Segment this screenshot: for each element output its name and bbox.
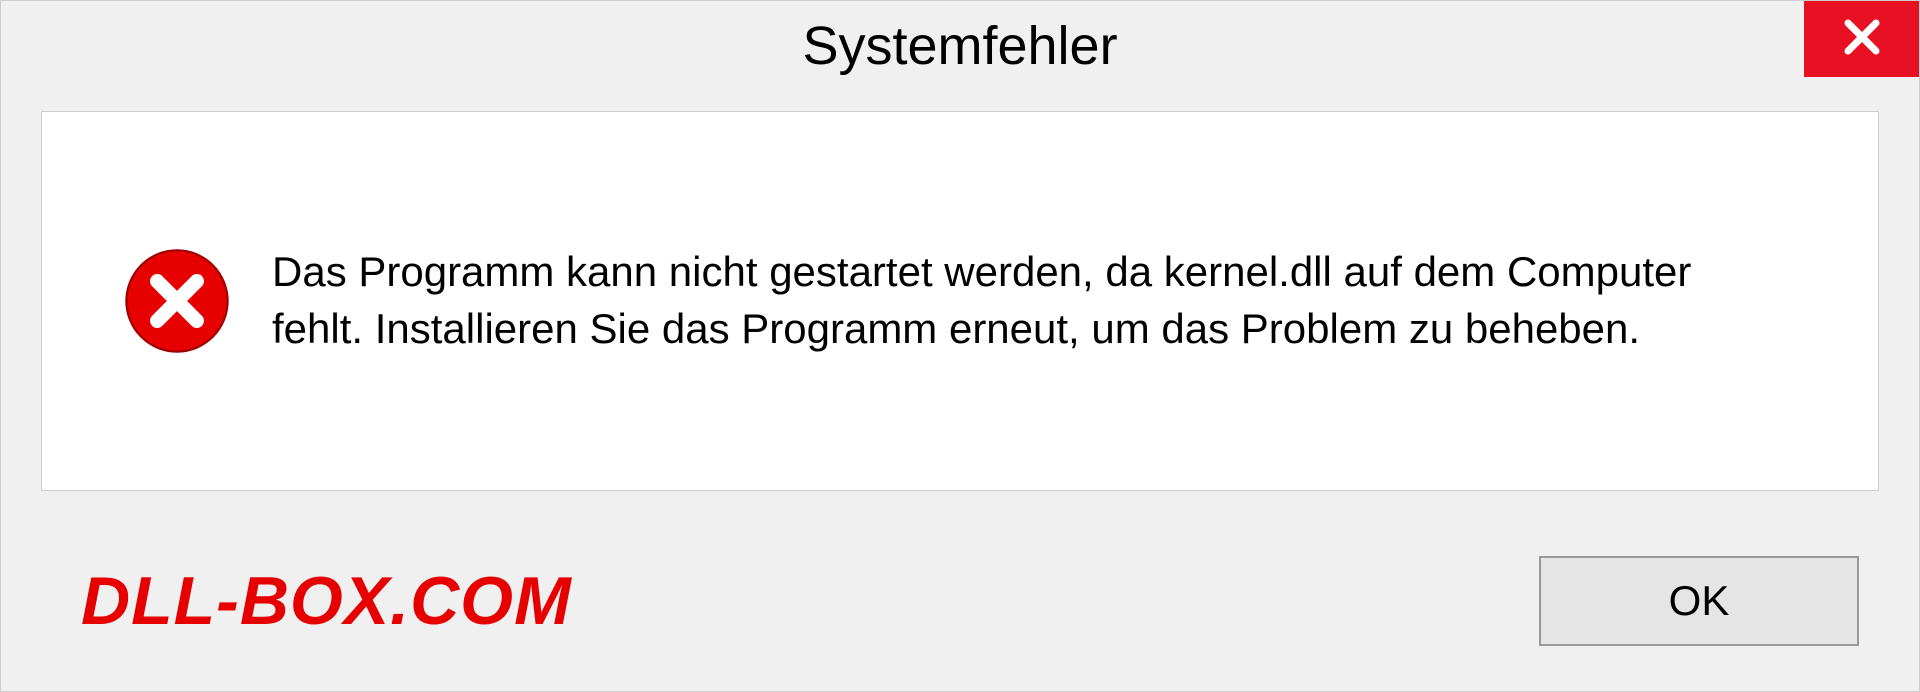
watermark-text: DLL-BOX.COM — [81, 562, 572, 640]
error-dialog: Systemfehler Das Programm kann nicht ges… — [0, 0, 1920, 692]
close-button[interactable] — [1804, 1, 1919, 77]
ok-button[interactable]: OK — [1539, 556, 1859, 646]
close-icon — [1838, 13, 1886, 66]
dialog-footer: DLL-BOX.COM OK — [1, 511, 1919, 691]
content-panel: Das Programm kann nicht gestartet werden… — [41, 111, 1879, 491]
titlebar: Systemfehler — [1, 1, 1919, 91]
error-icon — [122, 246, 232, 356]
ok-button-label: OK — [1669, 577, 1730, 625]
error-message: Das Programm kann nicht gestartet werden… — [272, 244, 1772, 357]
dialog-title: Systemfehler — [802, 15, 1117, 77]
